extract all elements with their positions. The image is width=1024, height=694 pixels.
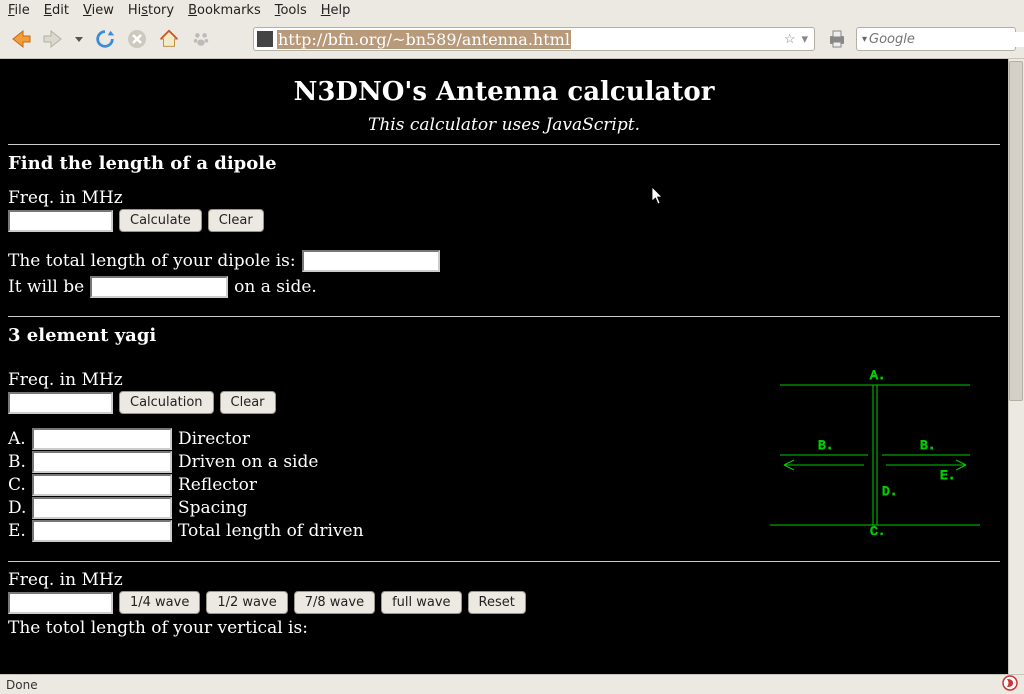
statusbar: Done bbox=[0, 674, 1024, 694]
toolbar: http://bfn.org/~bn589/antenna.html ☆ ▾ G… bbox=[0, 21, 1024, 59]
divider bbox=[8, 561, 1000, 562]
scrollbar-track[interactable] bbox=[1008, 59, 1024, 686]
seven-eighth-wave-button[interactable]: 7/8 wave bbox=[294, 591, 375, 614]
yagi-e-letter: E. bbox=[8, 521, 26, 541]
half-wave-button[interactable]: 1/2 wave bbox=[206, 591, 287, 614]
menubar: File Edit View History Bookmarks Tools H… bbox=[0, 0, 1024, 21]
full-wave-button[interactable]: full wave bbox=[381, 591, 461, 614]
dipole-side-output[interactable] bbox=[90, 276, 228, 298]
yagi-diagram: A. B. B. E. C. D. bbox=[760, 365, 990, 535]
yagi-b-label: Driven on a side bbox=[178, 452, 318, 472]
scrollbar-thumb[interactable] bbox=[1009, 61, 1023, 401]
yagi-d-label: Spacing bbox=[178, 498, 247, 518]
svg-text:C.: C. bbox=[870, 524, 886, 535]
url-text[interactable]: http://bfn.org/~bn589/antenna.html bbox=[277, 30, 571, 49]
yagi-c-input[interactable] bbox=[32, 474, 172, 496]
menu-bookmarks[interactable]: Bookmarks bbox=[188, 3, 261, 18]
home-button[interactable] bbox=[156, 26, 182, 52]
url-bar[interactable]: http://bfn.org/~bn589/antenna.html ☆ ▾ bbox=[253, 27, 815, 51]
status-right-icon[interactable] bbox=[1002, 675, 1018, 694]
page-title: N3DNO's Antenna calculator bbox=[8, 77, 1000, 107]
yagi-c-label: Reflector bbox=[178, 475, 257, 495]
vertical-result-label: The totol length of your vertical is: bbox=[8, 618, 1000, 638]
divider bbox=[8, 144, 1000, 145]
dipole-total-output[interactable] bbox=[302, 250, 440, 272]
yagi-a-input[interactable] bbox=[32, 428, 172, 450]
yagi-d-input[interactable] bbox=[32, 497, 172, 519]
yagi-calculate-button[interactable]: Calculation bbox=[119, 391, 214, 414]
dipole-freq-label: Freq. in MHz bbox=[8, 188, 1000, 208]
dipole-calculate-button[interactable]: Calculate bbox=[119, 209, 202, 232]
stop-button[interactable] bbox=[124, 26, 150, 52]
quarter-wave-button[interactable]: 1/4 wave bbox=[119, 591, 200, 614]
vertical-freq-input[interactable] bbox=[8, 592, 113, 614]
content-viewport: N3DNO's Antenna calculator This calculat… bbox=[0, 59, 1024, 686]
dipole-side-prefix: It will be bbox=[8, 277, 84, 297]
svg-text:B.: B. bbox=[920, 438, 936, 453]
dipole-freq-input[interactable] bbox=[8, 210, 113, 232]
yagi-a-label: Director bbox=[178, 429, 250, 449]
yagi-e-input[interactable] bbox=[32, 520, 172, 542]
svg-text:E.: E. bbox=[940, 468, 956, 483]
menu-help[interactable]: Help bbox=[321, 3, 351, 18]
print-button[interactable] bbox=[824, 26, 850, 52]
menu-file[interactable]: File bbox=[8, 3, 30, 18]
yagi-e-label: Total length of driven bbox=[178, 521, 364, 541]
search-box[interactable]: G ▾ bbox=[856, 27, 1016, 51]
yagi-c-letter: C. bbox=[8, 475, 26, 495]
bookmark-star-icon[interactable]: ☆ bbox=[781, 32, 799, 47]
menu-tools[interactable]: Tools bbox=[275, 3, 307, 18]
reload-button[interactable] bbox=[92, 26, 118, 52]
yagi-b-letter: B. bbox=[8, 452, 26, 472]
search-dropdown-icon[interactable]: ▾ bbox=[860, 34, 869, 45]
page-body: N3DNO's Antenna calculator This calculat… bbox=[0, 59, 1008, 686]
menu-history[interactable]: History bbox=[128, 3, 174, 18]
vertical-reset-button[interactable]: Reset bbox=[468, 591, 526, 614]
yagi-heading: 3 element yagi bbox=[8, 325, 1000, 346]
forward-button[interactable] bbox=[40, 26, 66, 52]
dipole-total-label: The total length of your dipole is: bbox=[8, 251, 296, 271]
back-button[interactable] bbox=[8, 26, 34, 52]
yagi-clear-button[interactable]: Clear bbox=[220, 391, 276, 414]
search-input[interactable] bbox=[869, 32, 1024, 47]
yagi-freq-input[interactable] bbox=[8, 392, 113, 414]
svg-text:A.: A. bbox=[870, 368, 886, 383]
divider bbox=[8, 316, 1000, 317]
svg-text:D.: D. bbox=[882, 484, 898, 499]
status-text: Done bbox=[6, 678, 38, 692]
yagi-d-letter: D. bbox=[8, 498, 26, 518]
menu-view[interactable]: View bbox=[83, 3, 114, 18]
yagi-a-letter: A. bbox=[8, 429, 26, 449]
site-favicon bbox=[257, 31, 273, 47]
dipole-clear-button[interactable]: Clear bbox=[208, 209, 264, 232]
nav-dropdown[interactable] bbox=[72, 26, 86, 52]
dipole-side-suffix: on a side. bbox=[234, 277, 317, 297]
paw-icon[interactable] bbox=[188, 26, 214, 52]
yagi-b-input[interactable] bbox=[32, 451, 172, 473]
dipole-heading: Find the length of a dipole bbox=[8, 153, 1000, 174]
page-subtitle: This calculator uses JavaScript. bbox=[8, 115, 1000, 135]
menu-edit[interactable]: Edit bbox=[44, 3, 69, 18]
vertical-freq-label: Freq. in MHz bbox=[8, 570, 1000, 590]
svg-text:B.: B. bbox=[818, 438, 834, 453]
url-dropdown-icon[interactable]: ▾ bbox=[798, 32, 811, 47]
